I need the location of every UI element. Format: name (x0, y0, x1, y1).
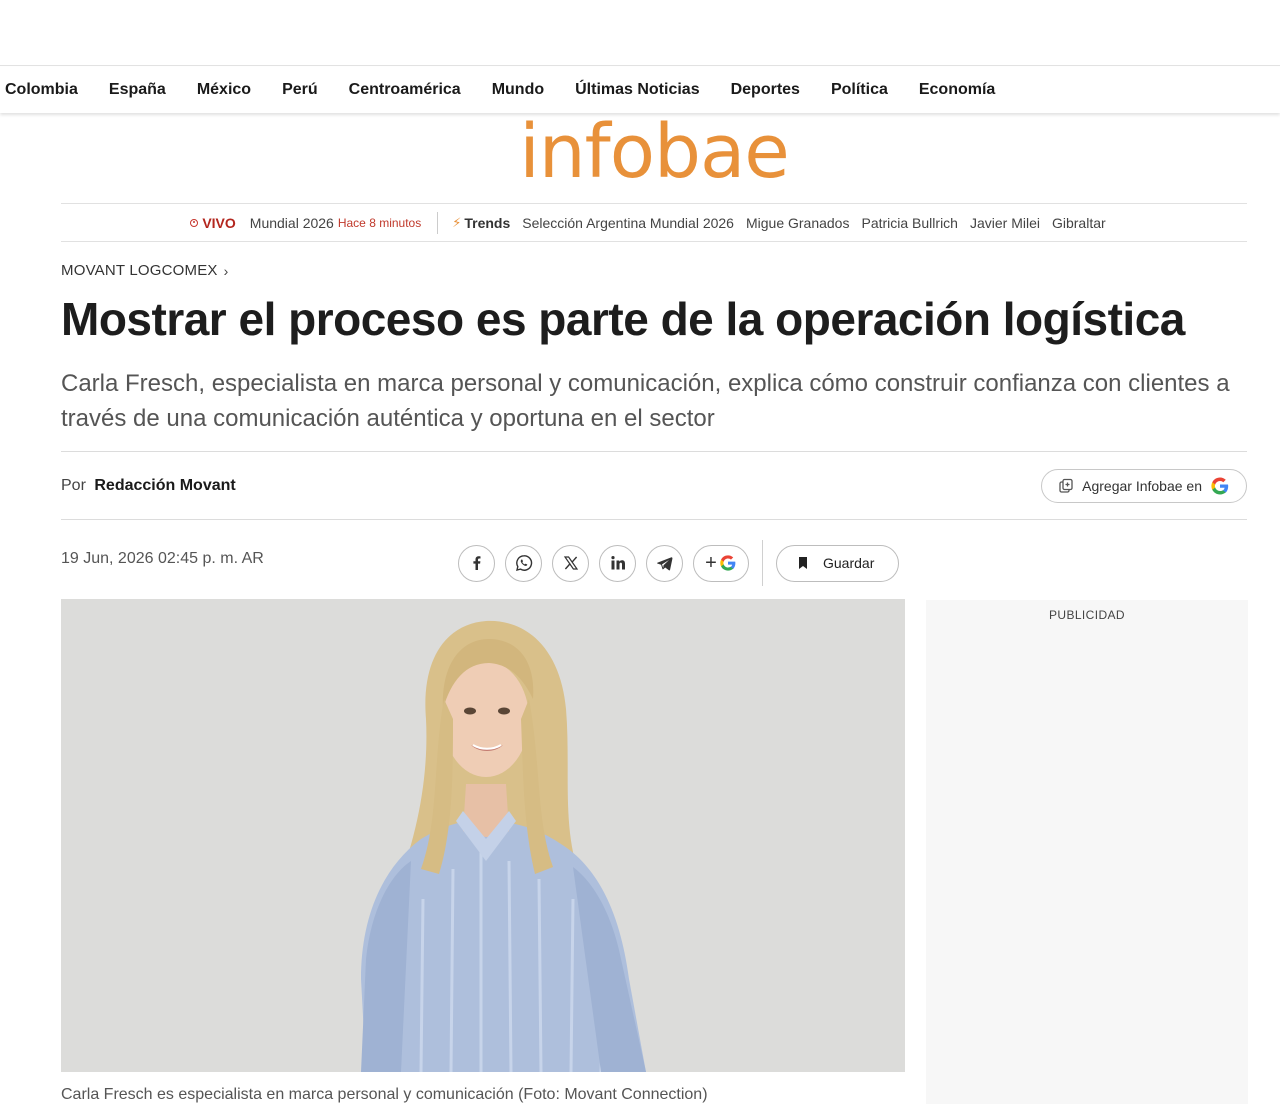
nav-item-espana[interactable]: España (109, 81, 166, 99)
nav-item-ultimas-noticias[interactable]: Últimas Noticias (575, 81, 699, 99)
x-share-button[interactable] (552, 544, 589, 582)
trend-item[interactable]: Selección Argentina Mundial 2026 (522, 215, 734, 231)
google-follow-button[interactable]: + (693, 544, 749, 582)
telegram-share-button[interactable] (646, 544, 683, 582)
nav-item-colombia[interactable]: Colombia (5, 81, 78, 99)
live-badge[interactable]: VIVO (190, 214, 236, 231)
add-infobae-label: Agregar Infobae en (1082, 477, 1202, 494)
byline-row: Por Redacción Movant Agregar Infobae en (61, 451, 1247, 520)
telegram-icon (657, 556, 673, 570)
trend-item[interactable]: Javier Milei (970, 215, 1040, 231)
share-bar: + Guardar (458, 540, 899, 586)
save-button[interactable]: Guardar (776, 544, 899, 582)
share-divider (762, 540, 763, 586)
add-source-icon (1059, 478, 1073, 493)
nav-item-mundo[interactable]: Mundo (492, 81, 544, 99)
google-icon (720, 555, 736, 571)
portrait-image (61, 599, 905, 1072)
nav-item-deportes[interactable]: Deportes (731, 81, 800, 99)
chevron-right-icon: › (223, 262, 229, 279)
facebook-share-button[interactable] (458, 544, 495, 582)
photo-caption: Carla Fresch es especialista en marca pe… (61, 1086, 708, 1103)
bolt-icon: ⚡ (452, 214, 462, 230)
live-time: Hace 8 minutos (337, 215, 422, 230)
live-label: VIVO (202, 214, 236, 231)
main-nav: Colombia España México Perú Centroaméric… (0, 67, 1280, 113)
x-icon (563, 556, 578, 570)
trend-item[interactable]: Patricia Bullrich (861, 215, 957, 231)
trend-item[interactable]: Migue Granados (746, 215, 850, 231)
add-infobae-google-button[interactable]: Agregar Infobae en (1041, 468, 1247, 503)
facebook-icon (472, 556, 480, 570)
live-topic[interactable]: Mundial 2026 (250, 215, 334, 231)
bookmark-icon (799, 557, 807, 569)
trends-label: Trends (464, 214, 511, 231)
byline-prefix: Por (61, 476, 86, 494)
trends-bar: VIVO Mundial 2026 Hace 8 minutos ⚡ Trend… (61, 203, 1247, 242)
nav-item-mexico[interactable]: México (197, 81, 251, 99)
nav-item-politica[interactable]: Política (831, 81, 888, 99)
logo-text: infobae (519, 109, 790, 195)
top-bar (0, 0, 1280, 66)
nav-item-centroamerica[interactable]: Centroamérica (349, 81, 461, 99)
article-photo[interactable] (61, 599, 905, 1072)
byline: Por Redacción Movant (61, 477, 236, 495)
kicker-label: MOVANT LOGCOMEX (61, 262, 218, 279)
section-kicker[interactable]: MOVANT LOGCOMEX › (61, 262, 229, 279)
ad-slot: PUBLICIDAD (926, 600, 1248, 1104)
whatsapp-share-button[interactable] (505, 544, 542, 582)
article-title: Mostrar el proceso es parte de la operac… (61, 293, 1185, 345)
google-icon (1211, 477, 1229, 494)
publish-date: 19 Jun, 2026 02:45 p. m. AR (61, 550, 264, 567)
live-dot-icon (190, 218, 199, 227)
plus-icon: + (705, 552, 717, 574)
ad-label: PUBLICIDAD (1048, 608, 1126, 622)
infobae-logo[interactable]: infobae (519, 109, 790, 195)
save-label: Guardar (823, 555, 875, 571)
linkedin-icon (610, 556, 625, 570)
trends-divider (437, 211, 439, 234)
nav-item-economia[interactable]: Economía (919, 81, 995, 99)
article-subtitle: Carla Fresch, especialista en marca pers… (61, 370, 1230, 432)
trend-item[interactable]: Gibraltar (1052, 215, 1106, 231)
author-link[interactable]: Redacción Movant (94, 477, 235, 494)
whatsapp-icon (515, 555, 532, 571)
linkedin-share-button[interactable] (599, 544, 636, 582)
nav-item-peru[interactable]: Perú (282, 81, 318, 99)
